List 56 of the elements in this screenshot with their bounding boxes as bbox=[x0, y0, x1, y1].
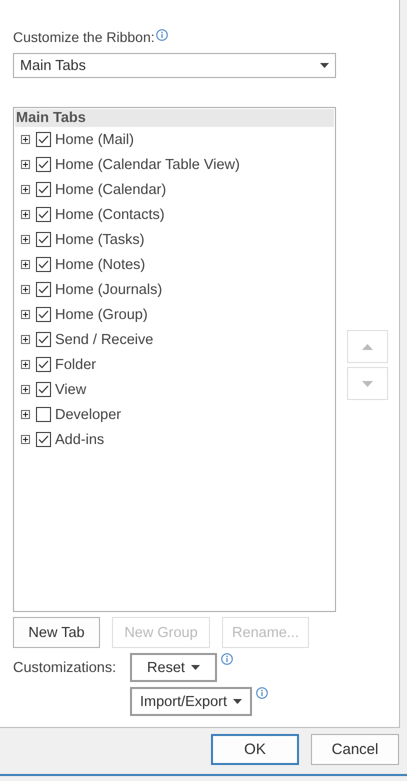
cancel-button[interactable]: Cancel bbox=[311, 734, 399, 765]
caret-icon bbox=[190, 665, 200, 670]
section-label: Customize the Ribbon: bbox=[13, 29, 155, 45]
tab-name: Home (Group) bbox=[55, 306, 148, 322]
checkbox[interactable] bbox=[36, 282, 51, 297]
info-icon bbox=[256, 687, 268, 699]
tab-name: Folder bbox=[55, 356, 96, 372]
customizations-label: Customizations: bbox=[13, 660, 118, 676]
tab-name: Home (Calendar) bbox=[55, 182, 166, 198]
checkbox[interactable] bbox=[36, 182, 51, 197]
checkbox[interactable] bbox=[36, 207, 51, 222]
tab-name: Developer bbox=[55, 406, 122, 422]
expand-icon[interactable] bbox=[21, 210, 30, 219]
caret-icon bbox=[233, 699, 242, 704]
checkbox[interactable] bbox=[36, 407, 51, 422]
up-arrow-icon bbox=[362, 344, 373, 350]
ribbon-dropdown[interactable]: Main Tabs bbox=[13, 53, 336, 78]
caret-icon bbox=[320, 63, 329, 68]
info-icon bbox=[156, 29, 168, 41]
tab-name: Add-ins bbox=[55, 432, 104, 448]
down-arrow-icon bbox=[362, 380, 373, 386]
checkbox[interactable] bbox=[36, 357, 51, 372]
dropdown-button[interactable]: Reset bbox=[130, 653, 217, 682]
checkbox[interactable] bbox=[36, 432, 51, 447]
checkbox[interactable] bbox=[36, 307, 51, 322]
tab-name: Home (Contacts) bbox=[55, 206, 165, 222]
expand-icon[interactable] bbox=[21, 385, 30, 394]
expand-icon[interactable] bbox=[21, 285, 30, 294]
expand-icon[interactable] bbox=[21, 435, 30, 444]
expand-icon[interactable] bbox=[21, 235, 30, 244]
tab-name: Home (Notes) bbox=[55, 256, 146, 272]
expand-icon[interactable] bbox=[21, 260, 30, 269]
tab-name: Home (Tasks) bbox=[55, 232, 144, 248]
tab-name: Home (Calendar Table View) bbox=[55, 156, 240, 172]
expand-icon[interactable] bbox=[21, 410, 30, 419]
tab-name: Home (Journals) bbox=[55, 282, 162, 298]
checkbox[interactable] bbox=[36, 257, 51, 272]
tab-name: Home (Mail) bbox=[55, 132, 134, 148]
expand-icon[interactable] bbox=[21, 360, 30, 369]
dropdown-button[interactable]: Import/Export bbox=[130, 687, 252, 716]
list-header: Main Tabs bbox=[15, 109, 334, 127]
info-icon bbox=[221, 653, 233, 665]
checkbox[interactable] bbox=[36, 157, 51, 172]
expand-icon[interactable] bbox=[21, 310, 30, 319]
checkbox[interactable] bbox=[36, 232, 51, 247]
tab-name: View bbox=[55, 382, 86, 398]
checkbox[interactable] bbox=[36, 382, 51, 397]
expand-icon[interactable] bbox=[21, 335, 30, 344]
expand-icon[interactable] bbox=[21, 135, 30, 144]
tab-name: Send / Receive bbox=[55, 332, 154, 348]
checkbox[interactable] bbox=[36, 332, 51, 347]
list-button[interactable]: New Tab bbox=[13, 617, 100, 648]
expand-icon[interactable] bbox=[21, 160, 30, 169]
ok-button[interactable]: OK bbox=[211, 734, 299, 765]
expand-icon[interactable] bbox=[21, 185, 30, 194]
checkbox[interactable] bbox=[36, 132, 51, 147]
